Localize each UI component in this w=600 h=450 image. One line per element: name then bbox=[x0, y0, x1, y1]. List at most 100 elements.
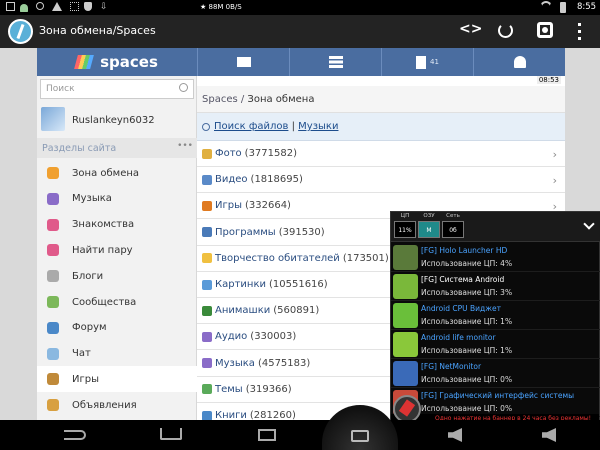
music-search-link[interactable]: Музыки bbox=[298, 121, 338, 132]
magnifier-icon bbox=[202, 123, 210, 131]
monitor-tab[interactable]: Сеть 0б bbox=[442, 213, 464, 241]
sidebar-item-label: Найти пару bbox=[72, 244, 133, 256]
android-robot-icon bbox=[393, 332, 418, 357]
back-icon[interactable] bbox=[64, 430, 86, 440]
sidebar-item[interactable]: Чат bbox=[37, 341, 197, 367]
category-link[interactable]: Книги bbox=[215, 410, 247, 420]
process-monitor-overlay: ЦП 11% ОЗУ M Сеть 0б [FG] Holo Launcher HD Исп… bbox=[390, 211, 600, 426]
stack-icon bbox=[328, 56, 343, 68]
sidebar-item[interactable]: Игры bbox=[37, 366, 197, 393]
sidebar-item[interactable]: Музыка bbox=[37, 186, 197, 212]
process-item[interactable]: Android CPU Виджет Использование ЦП: 1% bbox=[391, 301, 600, 330]
pen-icon bbox=[47, 270, 59, 283]
process-name: Android CPU Виджет bbox=[421, 304, 501, 313]
code-icon[interactable]: <> bbox=[459, 21, 482, 37]
more-dots-icon[interactable]: ••• bbox=[177, 141, 193, 151]
site-clock: 08:53 bbox=[536, 76, 561, 84]
search-icon bbox=[179, 83, 188, 92]
volume-down-icon[interactable] bbox=[448, 428, 462, 442]
left-margin bbox=[0, 48, 37, 420]
holo-launcher-icon bbox=[393, 245, 418, 270]
android-icon bbox=[20, 4, 28, 12]
process-item[interactable]: [FG] NetMonitor Использование ЦП: 0% bbox=[391, 359, 600, 388]
status-time: 8:55 bbox=[577, 2, 597, 12]
category-count: (1818695) bbox=[250, 174, 303, 186]
category-row[interactable]: Видео (1818695) › bbox=[197, 167, 565, 194]
category-count: (281260) bbox=[249, 410, 296, 420]
process-cpu: Использование ЦП: 1% bbox=[421, 346, 513, 355]
sidebar-item-label: Блоги bbox=[72, 270, 104, 282]
monitor-tab-value: M bbox=[418, 221, 440, 238]
picture-icon bbox=[202, 279, 212, 290]
sidebar-item-label: Игры bbox=[72, 373, 99, 385]
nav-feed-tab[interactable] bbox=[289, 48, 381, 76]
envelope-icon bbox=[236, 57, 251, 67]
navigation-bar bbox=[0, 405, 600, 450]
folder-icon bbox=[202, 253, 212, 264]
collapse-chevron-icon[interactable] bbox=[583, 218, 595, 230]
monitor-tab[interactable]: ОЗУ M bbox=[418, 213, 440, 241]
category-link[interactable]: Аудио bbox=[215, 331, 247, 342]
process-item[interactable]: [FG] Holo Launcher HD Использование ЦП: 4… bbox=[391, 243, 600, 272]
search-files-link[interactable]: Поиск файлов bbox=[214, 121, 288, 132]
category-link[interactable]: Видео bbox=[215, 174, 248, 185]
overflow-menu-icon[interactable] bbox=[578, 23, 581, 40]
category-link[interactable]: Темы bbox=[215, 384, 243, 395]
category-row[interactable]: Фото (3771582) › bbox=[197, 141, 565, 167]
process-cpu: Использование ЦП: 1% bbox=[421, 317, 513, 326]
breadcrumb-root[interactable]: Spaces bbox=[202, 94, 238, 105]
battery-icon bbox=[560, 2, 566, 13]
sidebar-item[interactable]: Знакомства bbox=[37, 212, 197, 238]
category-link[interactable]: Программы bbox=[215, 227, 276, 238]
search-input[interactable]: Поиск bbox=[40, 79, 194, 99]
category-link[interactable]: Анимашки bbox=[215, 305, 270, 316]
nav-files-tab[interactable]: 41 bbox=[381, 48, 473, 76]
sidebar-item[interactable]: Блоги bbox=[37, 263, 197, 289]
process-item[interactable]: [FG] Графический интерфейс системы Исполь… bbox=[391, 388, 600, 417]
refresh-icon[interactable] bbox=[498, 23, 513, 38]
app-logo-icon[interactable] bbox=[8, 19, 33, 44]
volume-up-icon[interactable] bbox=[542, 428, 556, 442]
spaces-logo-icon bbox=[74, 55, 94, 69]
music-note-icon bbox=[47, 192, 59, 205]
process-cpu: Использование ЦП: 0% bbox=[421, 375, 513, 384]
forum-icon bbox=[47, 321, 59, 334]
monitor-tab-label: ЦП bbox=[400, 213, 410, 219]
action-bar-title: Зона обмена/Spaces bbox=[39, 24, 156, 37]
heart-icon bbox=[47, 218, 59, 231]
site-logo-text: spaces bbox=[100, 53, 158, 71]
overlay-header: ЦП 11% ОЗУ M Сеть 0б bbox=[391, 212, 600, 242]
category-link[interactable]: Музыка bbox=[215, 358, 255, 369]
nav-profile-tab[interactable] bbox=[473, 48, 565, 76]
monitor-tab-value: 11% bbox=[394, 221, 416, 238]
category-link[interactable]: Игры bbox=[215, 200, 242, 211]
category-link[interactable]: Творчество обитателей bbox=[215, 253, 340, 264]
monitor-tab[interactable]: ЦП 11% bbox=[394, 213, 416, 241]
category-count: (332664) bbox=[244, 200, 291, 212]
category-link[interactable]: Картинки bbox=[215, 279, 266, 290]
site-logo[interactable]: spaces bbox=[37, 48, 197, 76]
broom-clean-icon[interactable] bbox=[393, 395, 421, 423]
nav-files-badge: 41 bbox=[430, 58, 439, 66]
recent-apps-icon[interactable] bbox=[258, 429, 276, 441]
sidebar-item-label: Чат bbox=[72, 348, 91, 360]
home-icon[interactable] bbox=[160, 428, 182, 440]
breadcrumb-separator: / bbox=[237, 94, 248, 105]
cpu-widget-icon bbox=[393, 303, 418, 328]
process-item[interactable]: [FG] Система Android Использование ЦП: 3% bbox=[391, 272, 600, 301]
sidebar-item[interactable]: Найти пару bbox=[37, 237, 197, 263]
sidebar-item[interactable]: Зона обмена bbox=[37, 160, 197, 186]
sidebar-item[interactable]: Объявления bbox=[37, 392, 197, 418]
settings-icon[interactable] bbox=[537, 22, 553, 38]
process-item[interactable]: Android life monitor Использование ЦП: 1% bbox=[391, 330, 600, 359]
action-bar: Зона обмена/Spaces <> bbox=[0, 15, 600, 48]
process-name: [FG] Система Android bbox=[421, 275, 505, 284]
category-link[interactable]: Фото bbox=[215, 148, 242, 159]
nav-mail-tab[interactable] bbox=[197, 48, 289, 76]
program-icon bbox=[202, 227, 212, 238]
user-profile-link[interactable]: Ruslankeyn6032 bbox=[37, 103, 197, 136]
category-count: (4575183) bbox=[257, 357, 311, 369]
sidebar-item[interactable]: Сообщества bbox=[37, 289, 197, 315]
sidebar-item-label: Форум bbox=[72, 322, 107, 334]
sidebar-item[interactable]: Форум bbox=[37, 315, 197, 341]
